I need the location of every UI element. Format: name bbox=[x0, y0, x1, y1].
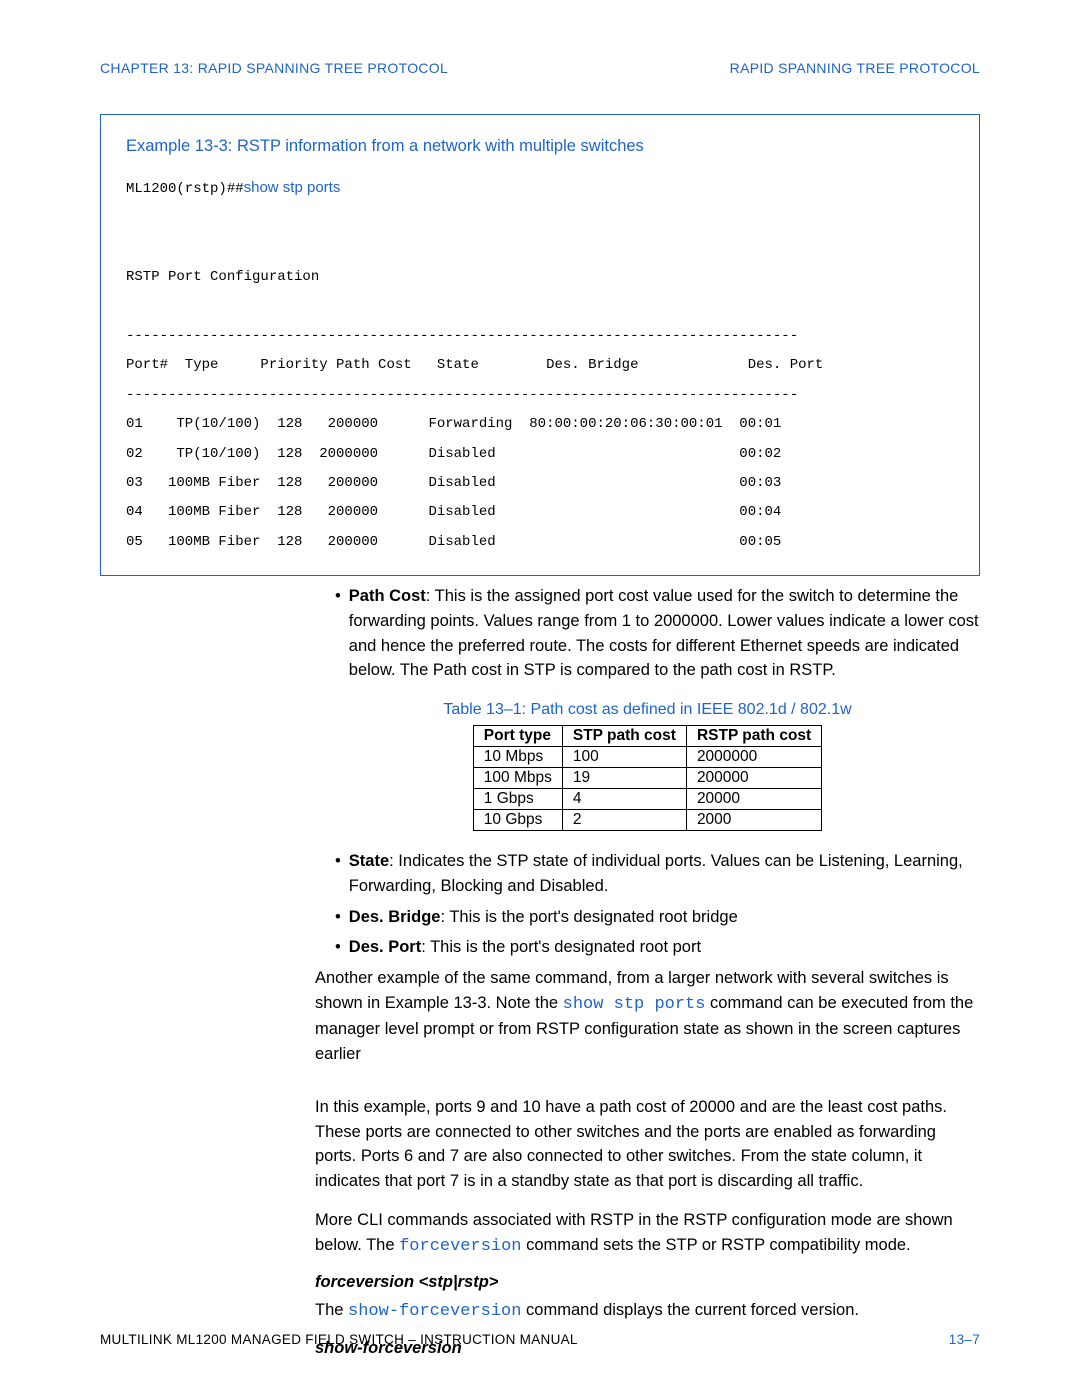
label-path-cost: Path Cost bbox=[349, 587, 426, 605]
td: 100 bbox=[562, 747, 686, 768]
cli-prompt: ML1200(rstp)## bbox=[126, 181, 244, 197]
cli-row: 03 100MB Fiber 128 200000 Disabled 00:03 bbox=[126, 475, 781, 491]
cli-command: show stp ports bbox=[244, 179, 341, 196]
table-row: 10 Mbps 100 2000000 bbox=[473, 747, 821, 768]
example-box: Example 13-3: RSTP information from a ne… bbox=[100, 114, 980, 576]
paragraph-4: The show-forceversion command displays t… bbox=[315, 1298, 980, 1325]
cli-divider: ----------------------------------------… bbox=[126, 328, 798, 344]
page-footer: MULTILINK ML1200 MANAGED FIELD SWITCH – … bbox=[100, 1332, 980, 1347]
bullet-dot-icon: • bbox=[335, 935, 341, 960]
cli-output: ML1200(rstp)##show stp ports RSTP Port C… bbox=[126, 172, 954, 557]
td: 2000000 bbox=[686, 747, 821, 768]
table-title: Table 13–1: Path cost as defined in IEEE… bbox=[315, 701, 980, 719]
text-des-bridge: : This is the port's designated root bri… bbox=[440, 908, 737, 926]
th-port-type: Port type bbox=[473, 726, 562, 747]
inline-cmd-forceversion: forceversion bbox=[399, 1237, 521, 1256]
cli-row: 02 TP(10/100) 128 2000000 Disabled 00:02 bbox=[126, 446, 781, 462]
inline-cmd-show-forceversion: show-forceversion bbox=[348, 1302, 521, 1321]
label-state: State bbox=[349, 852, 389, 870]
bullet-des-port: • Des. Port: This is the port's designat… bbox=[315, 935, 980, 960]
label-des-port: Des. Port bbox=[349, 938, 421, 956]
bullet-text: Des. Port: This is the port's designated… bbox=[349, 935, 980, 960]
paragraph-1: Another example of the same command, fro… bbox=[315, 966, 980, 1067]
header-left: CHAPTER 13: RAPID SPANNING TREE PROTOCOL bbox=[100, 60, 448, 76]
cli-heading: RSTP Port Configuration bbox=[126, 269, 319, 285]
cli-divider: ----------------------------------------… bbox=[126, 387, 798, 403]
td: 1 Gbps bbox=[473, 789, 562, 810]
cli-row: 05 100MB Fiber 128 200000 Disabled 00:05 bbox=[126, 534, 781, 550]
paragraph-3: More CLI commands associated with RSTP i… bbox=[315, 1208, 980, 1259]
paragraph-2: In this example, ports 9 and 10 have a p… bbox=[315, 1095, 980, 1194]
cli-row: 01 TP(10/100) 128 200000 Forwarding 80:0… bbox=[126, 416, 781, 432]
syntax-forceversion: forceversion <stp|rstp> bbox=[315, 1273, 980, 1292]
bullet-text: Path Cost: This is the assigned port cos… bbox=[349, 584, 980, 683]
bullet-text: State: Indicates the STP state of indivi… bbox=[349, 849, 980, 899]
td: 100 Mbps bbox=[473, 768, 562, 789]
text-state: : Indicates the STP state of individual … bbox=[349, 852, 963, 895]
example-title: Example 13-3: RSTP information from a ne… bbox=[126, 137, 954, 156]
footer-left: MULTILINK ML1200 MANAGED FIELD SWITCH – … bbox=[100, 1332, 578, 1347]
bullet-dot-icon: • bbox=[335, 584, 341, 683]
table-row: 1 Gbps 4 20000 bbox=[473, 789, 821, 810]
bullet-state: • State: Indicates the STP state of indi… bbox=[315, 849, 980, 899]
text-des-port: : This is the port's designated root por… bbox=[421, 938, 701, 956]
inline-cmd-show-stp-ports: show stp ports bbox=[563, 995, 706, 1014]
bullet-path-cost: • Path Cost: This is the assigned port c… bbox=[315, 584, 980, 683]
table-header-row: Port type STP path cost RSTP path cost bbox=[473, 726, 821, 747]
bullet-des-bridge: • Des. Bridge: This is the port's design… bbox=[315, 905, 980, 930]
td: 4 bbox=[562, 789, 686, 810]
td: 19 bbox=[562, 768, 686, 789]
bullet-dot-icon: • bbox=[335, 849, 341, 899]
td: 10 Gbps bbox=[473, 810, 562, 831]
td: 2 bbox=[562, 810, 686, 831]
path-cost-table: Port type STP path cost RSTP path cost 1… bbox=[473, 725, 822, 831]
header-right: RAPID SPANNING TREE PROTOCOL bbox=[730, 60, 980, 76]
td: 2000 bbox=[686, 810, 821, 831]
label-des-bridge: Des. Bridge bbox=[349, 908, 441, 926]
content-column: • Path Cost: This is the assigned port c… bbox=[315, 584, 980, 1358]
page: CHAPTER 13: RAPID SPANNING TREE PROTOCOL… bbox=[0, 0, 1080, 1397]
td: 20000 bbox=[686, 789, 821, 810]
th-rstp: RSTP path cost bbox=[686, 726, 821, 747]
bullet-text: Des. Bridge: This is the port's designat… bbox=[349, 905, 980, 930]
table-row: 10 Gbps 2 2000 bbox=[473, 810, 821, 831]
footer-page-number: 13–7 bbox=[949, 1332, 980, 1347]
page-header: CHAPTER 13: RAPID SPANNING TREE PROTOCOL… bbox=[100, 60, 980, 76]
table-row: 100 Mbps 19 200000 bbox=[473, 768, 821, 789]
td: 10 Mbps bbox=[473, 747, 562, 768]
td: 200000 bbox=[686, 768, 821, 789]
cli-col-header: Port# Type Priority Path Cost State Des.… bbox=[126, 357, 823, 373]
cli-row: 04 100MB Fiber 128 200000 Disabled 00:04 bbox=[126, 504, 781, 520]
text-path-cost: : This is the assigned port cost value u… bbox=[349, 587, 979, 679]
bullet-dot-icon: • bbox=[335, 905, 341, 930]
p4a: The bbox=[315, 1301, 348, 1319]
p4b: command displays the current forced vers… bbox=[521, 1301, 859, 1319]
p3b: command sets the STP or RSTP compatibili… bbox=[522, 1236, 911, 1254]
th-stp: STP path cost bbox=[562, 726, 686, 747]
